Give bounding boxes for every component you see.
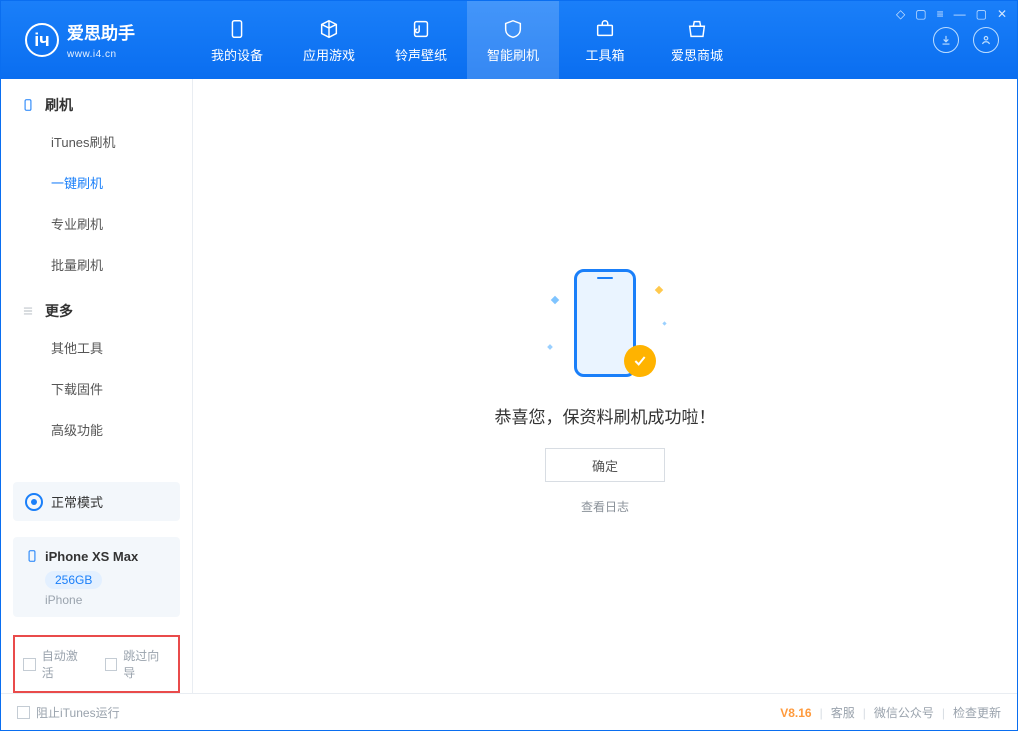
sidebar-item-batch-flash[interactable]: 批量刷机 xyxy=(1,244,192,285)
skin-icon[interactable]: ▢ xyxy=(915,7,926,21)
sidebar-section-more: 更多 xyxy=(1,285,192,327)
sidebar-item-download-firmware[interactable]: 下载固件 xyxy=(1,368,192,409)
body: 刷机 iTunes刷机 一键刷机 专业刷机 批量刷机 更多 其他工具 下载固件 … xyxy=(1,79,1017,693)
device-icon xyxy=(225,17,249,41)
window-controls: ◇ ▢ ≡ — ▢ ✕ xyxy=(896,7,1007,21)
tab-label: 我的设备 xyxy=(211,45,263,64)
note-icon xyxy=(409,17,433,41)
sparkle-icon xyxy=(662,321,666,325)
sparkle-icon xyxy=(551,296,559,304)
tab-label: 工具箱 xyxy=(585,45,624,64)
checkbox-skip-guide[interactable]: 跳过向导 xyxy=(105,647,171,681)
close-icon[interactable]: ✕ xyxy=(997,7,1007,21)
checkbox-block-itunes[interactable]: 阻止iTunes运行 xyxy=(17,704,120,721)
checkbox-icon xyxy=(105,658,118,671)
section-title: 刷机 xyxy=(45,95,73,115)
checkbox-label: 自动激活 xyxy=(42,647,89,681)
nav-tabs: 我的设备 应用游戏 铃声壁纸 智能刷机 工具箱 爱思商城 xyxy=(191,1,743,79)
separator: | xyxy=(942,706,945,720)
check-badge-icon xyxy=(624,345,656,377)
device-mode-box[interactable]: 正常模式 xyxy=(13,482,180,521)
cube-icon xyxy=(317,17,341,41)
tab-label: 铃声壁纸 xyxy=(395,45,447,64)
sidebar-item-advanced[interactable]: 高级功能 xyxy=(1,409,192,450)
sidebar: 刷机 iTunes刷机 一键刷机 专业刷机 批量刷机 更多 其他工具 下载固件 … xyxy=(1,79,193,693)
maximize-icon[interactable]: ▢ xyxy=(976,7,987,21)
tab-apps-games[interactable]: 应用游戏 xyxy=(283,1,375,79)
tab-store[interactable]: 爱思商城 xyxy=(651,1,743,79)
success-message: 恭喜您，保资料刷机成功啦！ xyxy=(495,403,716,428)
link-customer-service[interactable]: 客服 xyxy=(831,704,855,721)
sparkle-icon xyxy=(655,286,663,294)
sidebar-item-pro-flash[interactable]: 专业刷机 xyxy=(1,203,192,244)
checkbox-icon xyxy=(23,658,36,671)
shield-icon xyxy=(501,17,525,41)
link-wechat[interactable]: 微信公众号 xyxy=(874,704,934,721)
app-name: 爱思助手 xyxy=(67,19,135,44)
device-name: iPhone XS Max xyxy=(45,549,138,564)
tab-my-device[interactable]: 我的设备 xyxy=(191,1,283,79)
link-check-update[interactable]: 检查更新 xyxy=(953,704,1001,721)
download-button[interactable] xyxy=(933,27,959,53)
header: iч 爱思助手 www.i4.cn 我的设备 应用游戏 铃声壁纸 智能刷机 工具… xyxy=(1,1,1017,79)
tab-toolbox[interactable]: 工具箱 xyxy=(559,1,651,79)
version-label: V8.16 xyxy=(780,706,811,720)
mode-label: 正常模式 xyxy=(51,492,103,511)
checkbox-label: 跳过向导 xyxy=(123,647,170,681)
highlighted-options: 自动激活 跳过向导 xyxy=(13,635,180,693)
tab-label: 爱思商城 xyxy=(671,45,723,64)
device-capacity: 256GB xyxy=(45,571,102,589)
store-icon xyxy=(685,17,709,41)
sidebar-item-itunes-flash[interactable]: iTunes刷机 xyxy=(1,121,192,162)
footer: 阻止iTunes运行 V8.16 | 客服 | 微信公众号 | 检查更新 xyxy=(1,693,1017,731)
tab-label: 智能刷机 xyxy=(487,45,539,64)
list-icon xyxy=(21,304,35,318)
separator: | xyxy=(863,706,866,720)
sparkle-icon xyxy=(547,344,553,350)
success-graphic xyxy=(530,257,680,387)
checkbox-auto-activate[interactable]: 自动激活 xyxy=(23,647,89,681)
checkbox-icon xyxy=(17,706,30,719)
theme-icon[interactable]: ◇ xyxy=(896,7,905,21)
header-right xyxy=(933,27,1017,53)
user-button[interactable] xyxy=(973,27,999,53)
phone-icon xyxy=(21,98,35,112)
tab-ringtones-wallpapers[interactable]: 铃声壁纸 xyxy=(375,1,467,79)
sidebar-item-oneclick-flash[interactable]: 一键刷机 xyxy=(1,162,192,203)
main-content: 恭喜您，保资料刷机成功啦！ 确定 查看日志 xyxy=(193,79,1017,693)
tab-label: 应用游戏 xyxy=(303,45,355,64)
toolbox-icon xyxy=(593,17,617,41)
device-icon xyxy=(25,547,39,565)
menu-icon[interactable]: ≡ xyxy=(937,7,944,21)
ok-button[interactable]: 确定 xyxy=(545,448,665,482)
section-title: 更多 xyxy=(45,301,73,321)
sidebar-section-flash: 刷机 xyxy=(1,79,192,121)
mode-icon xyxy=(25,493,43,511)
device-box[interactable]: iPhone XS Max 256GB iPhone xyxy=(13,537,180,617)
checkbox-label: 阻止iTunes运行 xyxy=(36,704,120,721)
app-url: www.i4.cn xyxy=(67,49,117,60)
logo: iч 爱思助手 www.i4.cn xyxy=(1,19,191,62)
view-log-link[interactable]: 查看日志 xyxy=(581,498,629,515)
minimize-icon[interactable]: — xyxy=(954,7,966,21)
logo-badge-icon: iч xyxy=(25,23,59,57)
tab-smart-flash[interactable]: 智能刷机 xyxy=(467,1,559,79)
sidebar-item-other-tools[interactable]: 其他工具 xyxy=(1,327,192,368)
device-type: iPhone xyxy=(45,593,168,607)
separator: | xyxy=(820,706,823,720)
